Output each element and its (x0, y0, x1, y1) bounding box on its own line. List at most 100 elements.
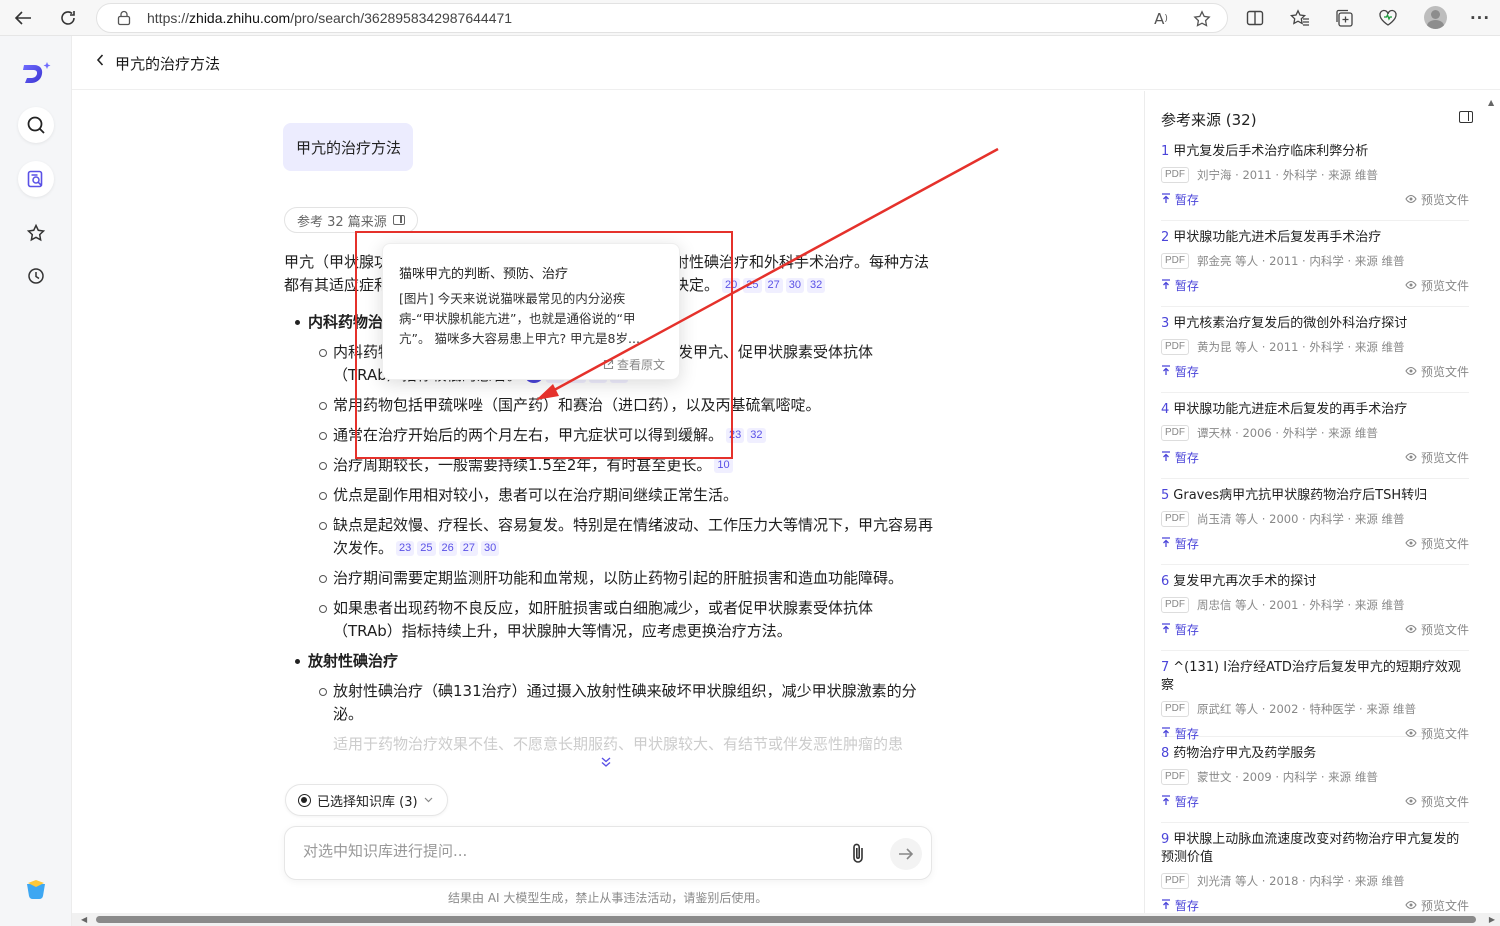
knowledge-base-selector[interactable]: 已选择知识库 (3) (285, 784, 448, 816)
eye-icon (1405, 728, 1417, 738)
send-button[interactable] (890, 838, 922, 870)
preview-file-button[interactable]: 预览文件 (1405, 535, 1469, 552)
knowledge-search-icon[interactable] (18, 161, 54, 197)
pdf-badge: PDF (1161, 597, 1189, 613)
question-input-box (284, 826, 932, 880)
list-item: 如果患者出现药物不良反应，如肝脏损害或白细胞减少，或者促甲状腺素受体抗体（TRA… (284, 597, 934, 643)
preview-file-button[interactable]: 预览文件 (1405, 277, 1469, 294)
back-chevron-icon[interactable] (96, 54, 104, 70)
citation-badge[interactable]: 25 (743, 278, 762, 293)
preview-file-button[interactable]: 预览文件 (1405, 725, 1469, 742)
source-title-link[interactable]: 2 甲状腺功能亢进术后复发再手术治疗 (1161, 229, 1469, 247)
side-panel-icon (392, 215, 405, 225)
citation-badge[interactable]: 25 (417, 541, 436, 556)
save-button[interactable]: 暂存 (1161, 897, 1199, 913)
more-menu-icon[interactable]: ··· (1469, 7, 1491, 29)
section-heading: 放射性碘治疗 (284, 650, 934, 674)
split-screen-icon[interactable] (1244, 7, 1266, 29)
scroll-up-icon[interactable]: ▲ (1488, 98, 1494, 107)
browser-essentials-icon[interactable] (1377, 7, 1399, 29)
favorites-icon[interactable] (1289, 7, 1311, 29)
search-icon[interactable] (18, 107, 54, 143)
star-icon[interactable] (18, 215, 54, 251)
save-button[interactable]: 暂存 (1161, 277, 1199, 294)
source-title-link[interactable]: 1 甲亢复发后手术治疗临床利弊分析 (1161, 143, 1469, 161)
url-text[interactable]: https://zhida.zhihu.com/pro/search/36289… (147, 10, 512, 26)
scroll-right-icon[interactable]: ▶ (1489, 915, 1495, 924)
citation-badge[interactable]: 10 (714, 458, 733, 473)
refresh-icon[interactable] (55, 6, 81, 30)
citation-badge[interactable]: 27 (459, 541, 479, 556)
pdf-badge: PDF (1161, 769, 1189, 785)
source-title-link[interactable]: 8 药物治疗甲亢及药学服务 (1161, 745, 1469, 763)
collapse-panel-icon[interactable] (1459, 111, 1473, 123)
source-meta: 谭天林 · 2006 · 外科学 · 来源 维普 (1197, 426, 1378, 440)
pdf-badge: PDF (1161, 511, 1189, 527)
source-item: 2 甲状腺功能亢进术后复发再手术治疗 PDF 郭金亮 等人 · 2011 · 内科学 … (1161, 229, 1469, 307)
question-input[interactable] (303, 842, 823, 860)
preview-file-button[interactable]: 预览文件 (1405, 449, 1469, 466)
source-meta: 周忠信 等人 · 2001 · 外科学 · 来源 维普 (1197, 598, 1405, 612)
pin-icon (1162, 795, 1170, 805)
source-title-link[interactable]: 3 甲亢核素治疗复发后的微创外科治疗探讨 (1161, 315, 1469, 333)
preview-file-button[interactable]: 预览文件 (1405, 191, 1469, 208)
source-title-link[interactable]: 4 甲状腺功能亢进症术后复发的再手术治疗 (1161, 401, 1469, 419)
eye-icon (1405, 452, 1417, 462)
browser-toolbar: https://zhida.zhihu.com/pro/search/36289… (0, 0, 1500, 36)
lock-icon[interactable] (117, 10, 131, 26)
pin-icon (1162, 193, 1170, 203)
save-button[interactable]: 暂存 (1161, 191, 1199, 208)
attachment-icon[interactable] (850, 842, 872, 866)
citation-badge[interactable]: 32 (807, 278, 826, 293)
zhida-logo-icon[interactable] (22, 60, 52, 86)
save-button[interactable]: 暂存 (1161, 725, 1199, 742)
source-meta: 郭金亮 等人 · 2011 · 内科学 · 来源 维普 (1197, 254, 1405, 268)
save-button[interactable]: 暂存 (1161, 793, 1199, 810)
source-meta: 蒙世文 · 2009 · 内科学 · 来源 维普 (1197, 770, 1378, 784)
pdf-badge: PDF (1161, 253, 1189, 269)
pin-icon (1162, 899, 1170, 909)
preview-file-button[interactable]: 预览文件 (1405, 363, 1469, 380)
favorite-star-icon[interactable] (1192, 9, 1212, 29)
source-item: 6 复发甲亢再次手术的探讨 PDF 周忠信 等人 · 2001 · 外科学 · 来源 … (1161, 573, 1469, 651)
chevron-down-icon (424, 795, 433, 806)
address-bar[interactable]: https://zhida.zhihu.com/pro/search/36289… (96, 3, 1228, 33)
source-title-link[interactable]: 7 ^(131) Ⅰ治疗经ATD治疗后复发甲亢的短期疗效观察 (1161, 659, 1469, 695)
horizontal-scrollbar[interactable]: ◀ ▶ (72, 913, 1500, 926)
back-arrow-icon[interactable] (10, 6, 36, 30)
pin-icon (1162, 623, 1170, 633)
citation-badge[interactable]: 32 (747, 428, 766, 443)
scrollbar-thumb[interactable] (96, 916, 1476, 923)
preview-file-button[interactable]: 预览文件 (1405, 793, 1469, 810)
scroll-down-icon[interactable] (600, 756, 612, 771)
source-title-link[interactable]: 5 Graves病甲亢抗甲状腺药物治疗后TSH转归 (1161, 487, 1469, 505)
save-button[interactable]: 暂存 (1161, 535, 1199, 552)
citation-badge[interactable]: 27 (764, 278, 783, 293)
preview-file-button[interactable]: 预览文件 (1405, 621, 1469, 638)
source-item: 9 甲状腺上动脉血流速度改变对药物治疗甲亢复发的预测价值 PDF 刘光清 等人 · 2… (1161, 831, 1469, 913)
profile-avatar[interactable] (1424, 6, 1447, 29)
source-title-link[interactable]: 6 复发甲亢再次手术的探讨 (1161, 573, 1469, 591)
citation-badge[interactable]: 26 (438, 541, 457, 556)
pdf-badge: PDF (1161, 167, 1189, 183)
source-item: 7 ^(131) Ⅰ治疗经ATD治疗后复发甲亢的短期疗效观察 PDF 原武红 等人 ·… (1161, 659, 1469, 741)
eye-icon (1405, 796, 1417, 806)
eye-icon (1405, 366, 1417, 376)
save-button[interactable]: 暂存 (1161, 621, 1199, 638)
eye-icon (1405, 538, 1417, 548)
read-aloud-icon[interactable]: A) (1151, 9, 1171, 29)
citation-badge[interactable]: 23 (396, 541, 415, 556)
arrow-right-icon (899, 848, 914, 860)
citation-badge[interactable]: 30 (481, 541, 500, 556)
citation-badge[interactable]: 30 (785, 278, 805, 293)
app-badge-icon[interactable] (23, 878, 49, 904)
history-icon[interactable] (18, 258, 54, 294)
collections-icon[interactable] (1333, 7, 1355, 29)
reference-count-button[interactable]: 参考 32 篇来源 (284, 207, 418, 233)
scroll-left-icon[interactable]: ◀ (81, 915, 87, 924)
source-title-link[interactable]: 9 甲状腺上动脉血流速度改变对药物治疗甲亢复发的预测价值 (1161, 831, 1469, 867)
preview-file-button[interactable]: 预览文件 (1405, 897, 1469, 913)
save-button[interactable]: 暂存 (1161, 449, 1199, 466)
pdf-badge: PDF (1161, 339, 1189, 355)
save-button[interactable]: 暂存 (1161, 363, 1199, 380)
